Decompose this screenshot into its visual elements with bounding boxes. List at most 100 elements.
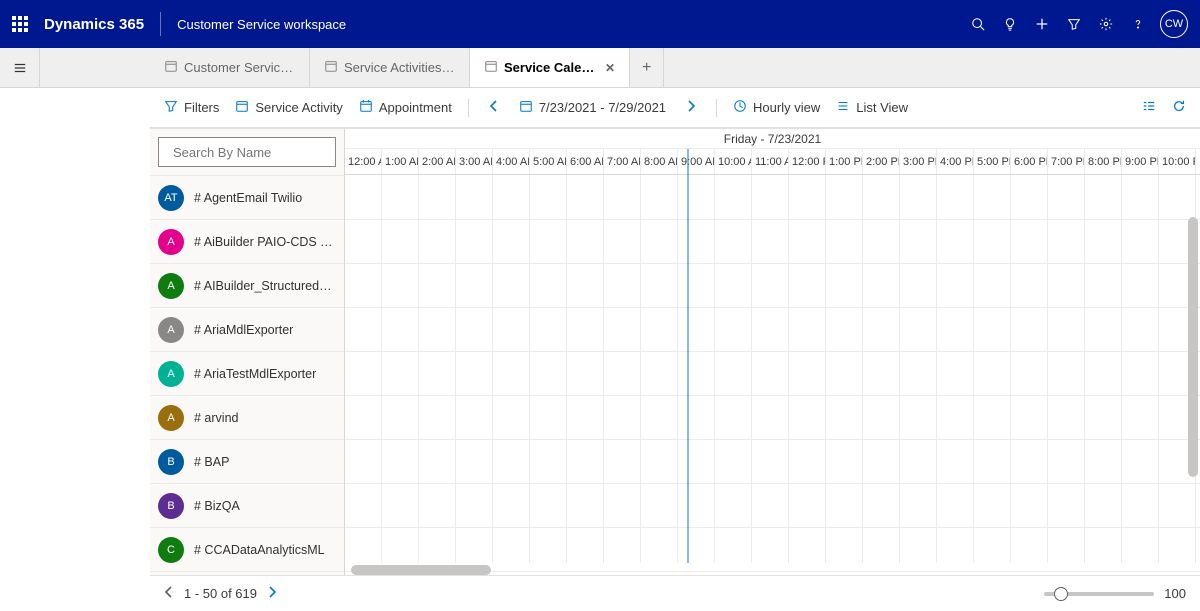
pager-prev[interactable] (164, 585, 174, 602)
time-slot-header: 10:00 PM (1159, 149, 1196, 174)
global-nav-bar: Dynamics 365 Customer Service workspace … (0, 0, 1200, 48)
appointment-label: Appointment (379, 100, 452, 115)
calendar-row[interactable] (345, 351, 1200, 395)
refresh-icon[interactable] (1172, 99, 1186, 117)
search-input[interactable] (173, 145, 349, 160)
resource-row[interactable]: A # AiBuilder PAIO-CDS Tip NonProd (150, 219, 344, 263)
resource-avatar: A (158, 317, 184, 343)
pager-next[interactable] (267, 585, 277, 602)
workspace-name: Customer Service workspace (177, 17, 346, 32)
resource-name: # AriaMdlExporter (194, 323, 293, 337)
time-slot-header: 2:00 AM (419, 149, 456, 174)
calendar-row[interactable] (345, 263, 1200, 307)
resource-row[interactable]: A# AIBuilder_StructuredML_PrePr (150, 263, 344, 307)
horizontal-scrollbar[interactable] (351, 565, 491, 575)
time-slot-header: 7:00 PM (1048, 149, 1085, 174)
command-bar-row: Home Filters Service Activity Appointmen… (0, 88, 1200, 128)
resource-name: # AriaTestMdlExporter (194, 367, 316, 381)
toolbar: Filters Service Activity Appointment 7/2… (150, 99, 1200, 117)
calendar-row[interactable] (345, 175, 1200, 219)
resource-row[interactable]: B # BAP (150, 439, 344, 483)
zoom-thumb[interactable] (1054, 587, 1068, 601)
time-slot-header: 12:00 PM (789, 149, 826, 174)
time-slot-header: 4:00 PM (937, 149, 974, 174)
list-view-label: List View (856, 100, 908, 115)
brand-name: Dynamics 365 (44, 16, 144, 33)
calendar-row[interactable] (345, 219, 1200, 263)
calendar-grid: Friday - 7/23/2021 12:00 AM1:00 AM2:00 A… (345, 129, 1200, 575)
resource-avatar: B (158, 449, 184, 475)
calendar-body[interactable] (345, 175, 1200, 563)
filters-button[interactable]: Filters (164, 99, 219, 116)
resource-avatar: C (158, 537, 184, 563)
lightbulb-icon[interactable] (994, 8, 1026, 40)
resource-row[interactable]: AT # AgentEmail Twilio (150, 175, 344, 219)
calendar-row[interactable] (345, 307, 1200, 351)
time-slot-header: 12:00 AM (345, 149, 382, 174)
time-slot-header: 3:00 AM (456, 149, 493, 174)
main-content: AT # AgentEmail Twilio A # AiBuilder PAIO-C… (150, 128, 1200, 575)
time-slot-header: 5:00 AM (530, 149, 567, 174)
current-time-indicator (687, 149, 689, 563)
zoom-value: 100 (1164, 586, 1186, 601)
resource-name: # BAP (194, 455, 229, 469)
date-range-picker[interactable]: 7/23/2021 - 7/29/2021 (519, 99, 666, 116)
calendar-day-header: Friday - 7/23/2021 (345, 129, 1200, 149)
resource-row[interactable]: A# AriaTestMdlExporter (150, 351, 344, 395)
add-icon[interactable] (1026, 8, 1058, 40)
vertical-scrollbar[interactable] (1188, 217, 1198, 477)
time-slot-header: 5:00 PM (974, 149, 1011, 174)
hourly-view-button[interactable]: Hourly view (733, 99, 820, 116)
divider (160, 12, 161, 36)
date-range-label: 7/23/2021 - 7/29/2021 (539, 100, 666, 115)
new-tab-button[interactable]: + (630, 48, 664, 87)
resource-name: # CCADataAnalyticsML (194, 543, 325, 557)
user-avatar[interactable]: CW (1160, 10, 1188, 38)
resource-avatar: AT (158, 185, 184, 211)
resource-row[interactable]: A # AriaMdlExporter (150, 307, 344, 351)
calendar-icon (164, 59, 178, 76)
list-view-button[interactable]: List View (836, 99, 908, 116)
calendar-row[interactable] (345, 395, 1200, 439)
appointment-button[interactable]: Appointment (359, 99, 452, 116)
resource-avatar: A (158, 229, 184, 255)
tab-label: Customer Service A... (184, 60, 295, 75)
sitemap-toggle[interactable] (0, 48, 40, 87)
pager-text: 1 - 50 of 619 (184, 586, 257, 601)
tab-label: Service Activities M... (344, 60, 455, 75)
calendar-row[interactable] (345, 483, 1200, 527)
separator (468, 99, 469, 117)
resource-row[interactable]: C # CCADataAnalyticsML (150, 527, 344, 571)
tab-customer-service-a[interactable]: Customer Service A... (150, 48, 310, 87)
date-prev-button[interactable] (485, 99, 503, 116)
app-launcher-icon[interactable] (12, 16, 28, 32)
resource-row[interactable]: B# BizQA (150, 483, 344, 527)
time-slot-header: 8:00 PM (1085, 149, 1122, 174)
time-slot-header: 2:00 PM (863, 149, 900, 174)
time-slot-header: 7:00 AM (604, 149, 641, 174)
service-activity-label: Service Activity (255, 100, 342, 115)
tab-close-icon[interactable]: ✕ (605, 61, 615, 75)
date-next-button[interactable] (682, 99, 700, 116)
resource-row[interactable]: A# arvind (150, 395, 344, 439)
settings-icon[interactable] (1090, 8, 1122, 40)
time-slot-header: 10:00 AM (715, 149, 752, 174)
tab-service-activities-m[interactable]: Service Activities M... (310, 48, 470, 87)
calendar-row[interactable] (345, 439, 1200, 483)
help-icon[interactable] (1122, 8, 1154, 40)
time-slot-header: 1:00 PM (826, 149, 863, 174)
resource-search[interactable] (158, 137, 336, 167)
resource-panel: AT # AgentEmail Twilio A # AiBuilder PAIO-C… (150, 129, 345, 575)
zoom-slider[interactable] (1044, 592, 1154, 596)
time-slot-header: 6:00 AM (567, 149, 604, 174)
resource-name: # AgentEmail Twilio (194, 191, 302, 205)
tab-service-calendar[interactable]: Service Calendar✕ (470, 48, 630, 87)
filter-icon[interactable] (1058, 8, 1090, 40)
hourly-view-label: Hourly view (753, 100, 820, 115)
service-activity-button[interactable]: Service Activity (235, 99, 342, 116)
separator (716, 99, 717, 117)
legend-icon[interactable] (1142, 99, 1156, 117)
resource-name: # AiBuilder PAIO-CDS Tip NonProd (194, 235, 336, 249)
search-icon[interactable] (962, 8, 994, 40)
time-slot-header: 8:00 AM (641, 149, 678, 174)
